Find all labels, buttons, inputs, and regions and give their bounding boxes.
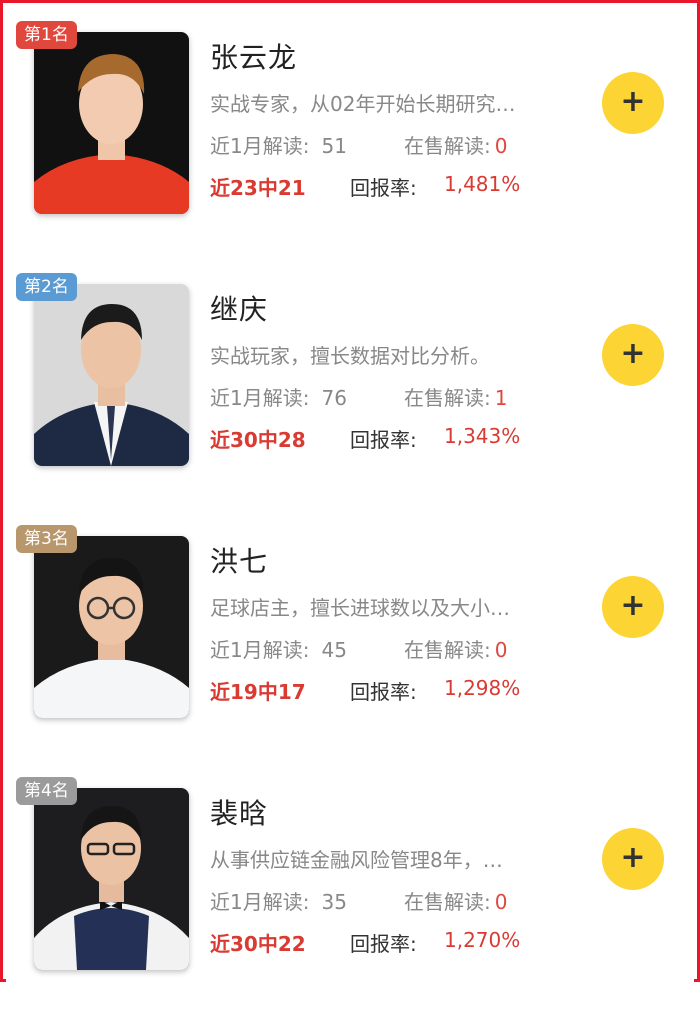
record-row: 近30中28 回报率: 1,343%	[210, 424, 520, 453]
expert-description: 实战专家，从02年开始长期研究…	[210, 92, 516, 116]
hit-streak: 近30中28	[210, 428, 306, 452]
return-rate-label: 回报率:	[350, 176, 417, 200]
return-rate-value: 1,481%	[444, 172, 521, 196]
expert-card[interactable]: 第2名 继庆 实战玩家，擅长数据对比分析。 近1月解读: 76 在售解读: 1 近3…	[6, 258, 694, 511]
return-rate-value: 1,270%	[444, 928, 521, 952]
on-sale-count: 1	[494, 386, 508, 410]
expert-card[interactable]: 第1名 张云龙 实战专家，从02年开始长期研究… 近1月解读: 51 在售解读: 0…	[6, 6, 694, 259]
stats-row: 近1月解读: 51 在售解读: 0	[210, 130, 507, 159]
on-sale-label: 在售解读:	[404, 386, 491, 410]
return-rate-label: 回报率:	[350, 680, 417, 704]
expert-name[interactable]: 继庆	[210, 288, 268, 328]
return-rate-value: 1,343%	[444, 424, 521, 448]
avatar[interactable]	[34, 788, 189, 970]
return-rate-label: 回报率:	[350, 428, 417, 452]
return-rate-value: 1,298%	[444, 676, 521, 700]
expert-list: 第1名 张云龙 实战专家，从02年开始长期研究… 近1月解读: 51 在售解读: 0…	[6, 6, 694, 1014]
on-sale-count: 0	[494, 890, 508, 914]
return-rate-label: 回报率:	[350, 932, 417, 956]
on-sale-group: 在售解读: 0	[404, 130, 507, 159]
follow-button[interactable]: +	[602, 72, 664, 134]
on-sale-group: 在售解读: 0	[404, 634, 507, 663]
recent-month-count: 76	[321, 386, 347, 410]
hit-streak: 近19中17	[210, 680, 306, 704]
recent-month-label: 近1月解读:	[210, 134, 310, 158]
follow-button[interactable]: +	[602, 828, 664, 890]
expert-name[interactable]: 裴晗	[210, 792, 268, 832]
expert-description: 足球店主，擅长进球数以及大小…	[210, 596, 510, 620]
expert-card[interactable]: 第3名 洪七 足球店主，擅长进球数以及大小… 近1月解读: 45 在售解读: 0 近…	[6, 510, 694, 763]
hit-streak: 近23中21	[210, 176, 306, 200]
follow-button[interactable]: +	[602, 576, 664, 638]
recent-month-count: 51	[321, 134, 347, 158]
rank-badge: 第4名	[16, 777, 77, 805]
on-sale-count: 0	[494, 134, 508, 158]
recent-month-label: 近1月解读:	[210, 890, 310, 914]
stats-row: 近1月解读: 76 在售解读: 1	[210, 382, 507, 411]
rank-badge: 第3名	[16, 525, 77, 553]
recent-month-count: 35	[321, 890, 347, 914]
on-sale-count: 0	[494, 638, 508, 662]
rank-badge: 第2名	[16, 273, 77, 301]
stats-row: 近1月解读: 35 在售解读: 0	[210, 886, 507, 915]
rank-badge: 第1名	[16, 21, 77, 49]
expert-description: 从事供应链金融风险管理8年，…	[210, 848, 503, 872]
on-sale-label: 在售解读:	[404, 638, 491, 662]
follow-button[interactable]: +	[602, 324, 664, 386]
record-row: 近23中21 回报率: 1,481%	[210, 172, 520, 201]
record-row: 近19中17 回报率: 1,298%	[210, 676, 520, 705]
expert-name[interactable]: 张云龙	[210, 36, 297, 76]
page-frame: 第1名 张云龙 实战专家，从02年开始长期研究… 近1月解读: 51 在售解读: 0…	[0, 0, 700, 1014]
on-sale-label: 在售解读:	[404, 890, 491, 914]
hit-streak: 近30中22	[210, 932, 306, 956]
on-sale-group: 在售解读: 0	[404, 886, 507, 915]
stats-row: 近1月解读: 45 在售解读: 0	[210, 634, 507, 663]
avatar[interactable]	[34, 284, 189, 466]
expert-name[interactable]: 洪七	[210, 540, 268, 580]
recent-month-count: 45	[321, 638, 347, 662]
avatar[interactable]	[34, 536, 189, 718]
expert-card[interactable]: 第4名 裴晗 从事供应链金融风险管理8年，… 近1月解读: 35 在售解读: 0 近…	[6, 762, 694, 1014]
on-sale-group: 在售解读: 1	[404, 382, 507, 411]
recent-month-label: 近1月解读:	[210, 386, 310, 410]
avatar[interactable]	[34, 32, 189, 214]
expert-description: 实战玩家，擅长数据对比分析。	[210, 344, 490, 368]
on-sale-label: 在售解读:	[404, 134, 491, 158]
recent-month-label: 近1月解读:	[210, 638, 310, 662]
record-row: 近30中22 回报率: 1,270%	[210, 928, 520, 957]
